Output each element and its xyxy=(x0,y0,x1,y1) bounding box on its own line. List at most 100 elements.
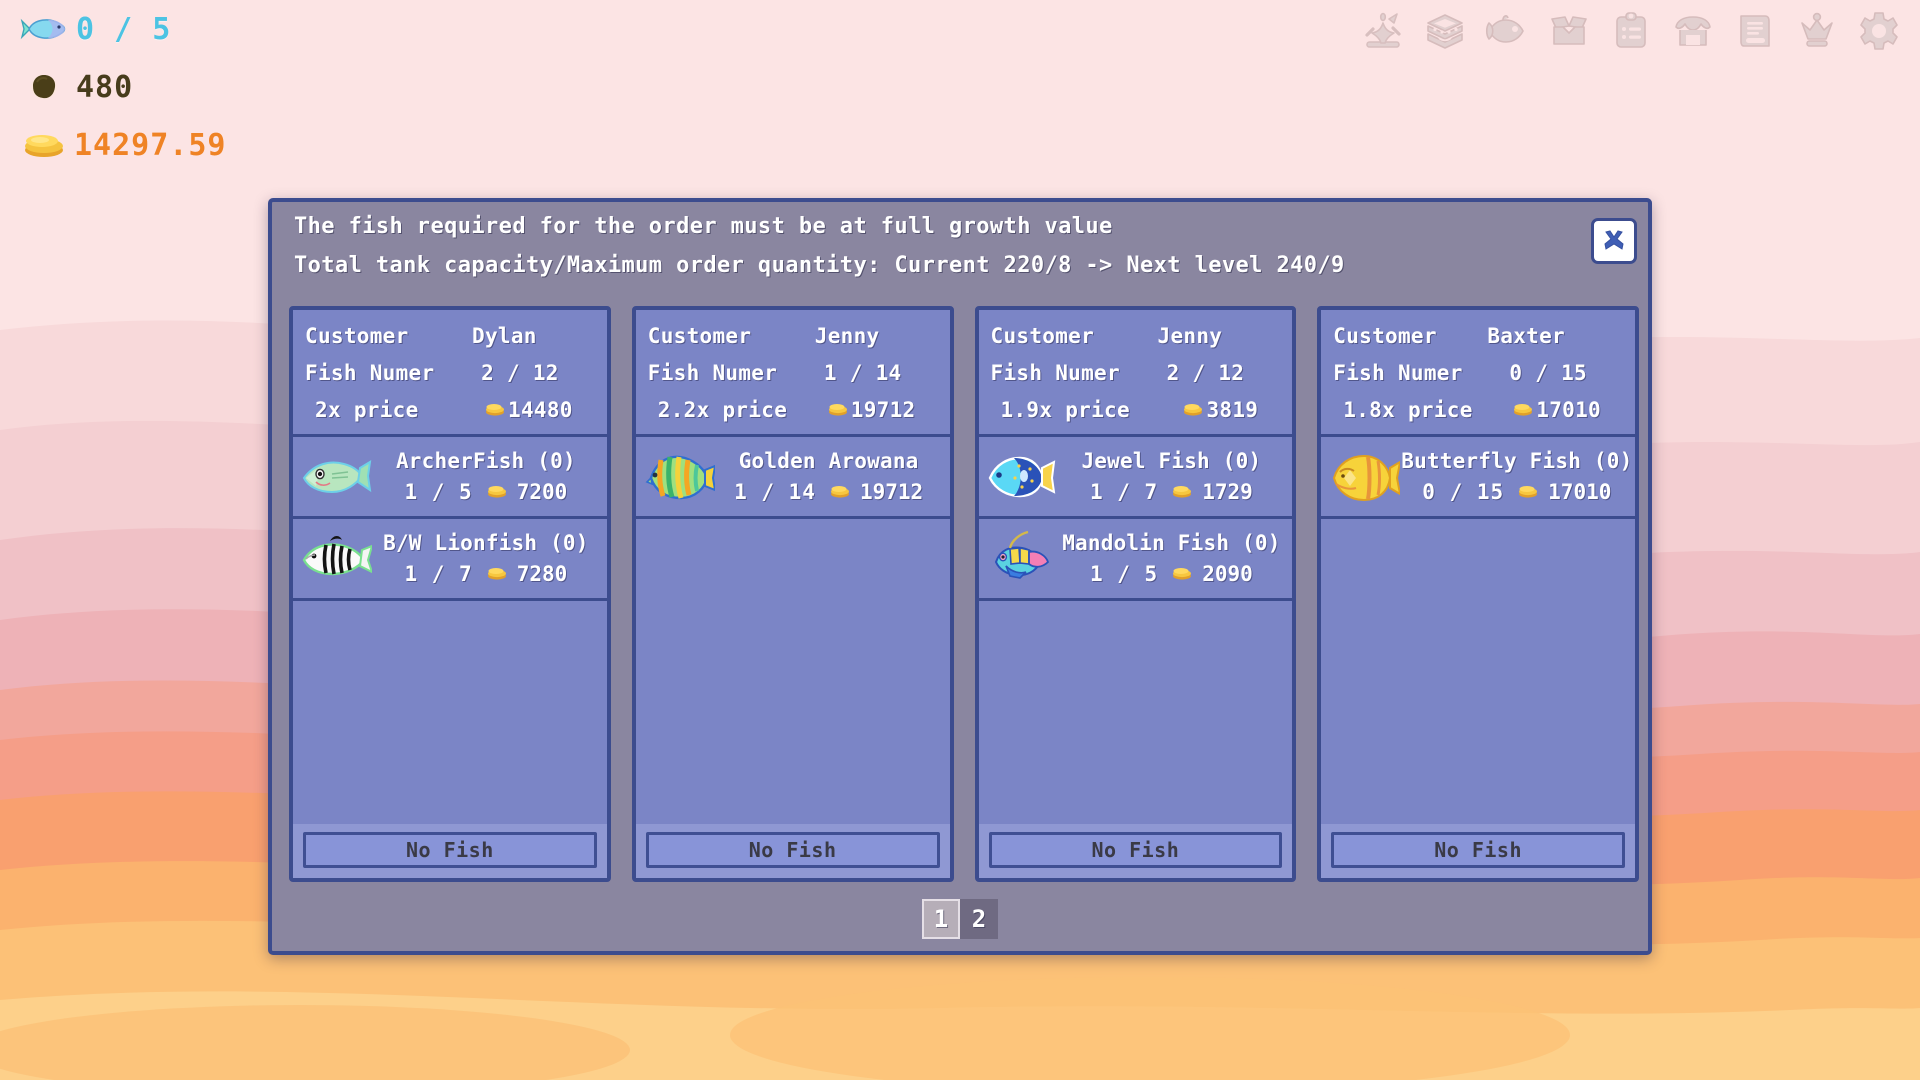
fish-list-spacer xyxy=(293,601,607,824)
order-fish-info: Jewel Fish (0) 1 / 7 1729 xyxy=(1059,449,1285,504)
fish-sub-row: 1 / 7 1729 xyxy=(1090,480,1253,504)
order-fish-info: Mandolin Fish (0) 1 / 5 2090 xyxy=(1059,531,1285,586)
order-price-row: 2x price 14480 xyxy=(305,398,595,422)
order-fish-list: Golden Arowana 1 / 14 19712 xyxy=(635,437,950,824)
mandolin-fish-icon xyxy=(985,528,1059,590)
fish-icon[interactable] xyxy=(1484,8,1530,54)
dialog-capacity-info: Total tank capacity/Maximum order quanti… xyxy=(294,253,1345,278)
order-total-price: 14480 xyxy=(484,398,595,422)
order-total-price-value: 17010 xyxy=(1536,398,1601,422)
order-customer-row: Customer Dylan xyxy=(305,324,595,348)
tank-stack-icon[interactable] xyxy=(1422,8,1468,54)
pellet-count-value: 480 xyxy=(76,69,134,105)
order-customer-row: Customer Jenny xyxy=(648,324,938,348)
order-fish-list: ArcherFish (0) 1 / 5 7200 B/W Lionfish (… xyxy=(293,437,607,824)
clipboard-icon[interactable] xyxy=(1608,8,1654,54)
order-fishnumber-row: Fish Numer 0 / 15 xyxy=(1333,361,1623,385)
fish-sub-row: 1 / 7 7280 xyxy=(404,562,567,586)
fish-name: Jewel Fish (0) xyxy=(1081,449,1262,473)
page-button-2[interactable]: 2 xyxy=(960,899,998,939)
order-fish-info: B/W Lionfish (0) 1 / 7 7280 xyxy=(373,531,599,586)
order-card-footer: No Fish xyxy=(978,824,1293,878)
no-fish-button[interactable]: No Fish xyxy=(303,832,597,868)
fish-count: 1 / 14 xyxy=(734,480,816,504)
fish-name: Golden Arowana xyxy=(738,449,919,473)
order-card-footer: No Fish xyxy=(635,824,950,878)
order-card[interactable]: Customer Baxter Fish Numer 0 / 15 1.8x p… xyxy=(1317,306,1639,882)
fish-price: 7280 xyxy=(516,562,568,586)
coin-icon xyxy=(829,480,851,504)
dialog-notice: The fish required for the order must be … xyxy=(294,214,1113,239)
hud-panel: 0 / 5 480 14297.59 xyxy=(0,0,227,174)
order-fish-item[interactable]: Mandolin Fish (0) 1 / 5 2090 xyxy=(978,519,1293,601)
fish-number-value: 2 / 12 xyxy=(481,361,559,385)
order-card-header: Customer Jenny Fish Numer 1 / 14 2.2x pr… xyxy=(635,310,950,437)
shop-icon[interactable] xyxy=(1670,8,1716,54)
close-icon xyxy=(1604,230,1624,250)
no-fish-button[interactable]: No Fish xyxy=(988,832,1283,868)
coin-icon xyxy=(827,398,849,422)
top-toolbar xyxy=(1360,8,1902,54)
open-box-icon[interactable] xyxy=(1546,8,1592,54)
dialog-header: The fish required for the order must be … xyxy=(272,202,1648,277)
order-card-list: Customer Dylan Fish Numer 2 / 12 2x pric… xyxy=(284,306,1644,882)
order-total-price: 19712 xyxy=(827,398,938,422)
page-button-1[interactable]: 1 xyxy=(922,899,960,939)
order-fishnumber-row: Fish Numer 2 / 12 xyxy=(305,361,595,385)
fish-list-spacer xyxy=(1321,519,1635,824)
customer-name: Jenny xyxy=(814,324,880,348)
fish-sub-row: 1 / 5 7200 xyxy=(404,480,567,504)
order-fish-item[interactable]: Golden Arowana 1 / 14 19712 xyxy=(635,437,950,519)
fish-name: B/W Lionfish (0) xyxy=(383,531,589,555)
fish-count: 1 / 7 xyxy=(1089,480,1159,504)
coin-icon xyxy=(1512,398,1534,422)
coin-icon xyxy=(1171,480,1193,504)
pagination: 1 2 xyxy=(272,899,1648,939)
jewel-fish-icon xyxy=(985,446,1059,508)
order-total-price-value: 19712 xyxy=(850,398,916,422)
crown-icon[interactable] xyxy=(1794,8,1840,54)
customer-label: Customer xyxy=(1333,324,1437,348)
close-button[interactable] xyxy=(1591,218,1637,264)
book-icon[interactable] xyxy=(1732,8,1778,54)
fish-sub-row: 0 / 15 17010 xyxy=(1422,480,1611,504)
coin-icon xyxy=(484,398,506,422)
order-fishnumber-row: Fish Numer 1 / 14 xyxy=(648,361,938,385)
order-fish-item[interactable]: Jewel Fish (0) 1 / 7 1729 xyxy=(978,437,1293,519)
order-card[interactable]: Customer Jenny Fish Numer 2 / 12 1.9x pr… xyxy=(974,306,1297,882)
fish-price: 7200 xyxy=(516,480,568,504)
fish-number-label: Fish Numer xyxy=(990,361,1120,385)
order-card[interactable]: Customer Dylan Fish Numer 2 / 12 2x pric… xyxy=(289,306,611,882)
price-multiplier: 2.2x price xyxy=(657,398,788,422)
customer-label: Customer xyxy=(990,324,1095,348)
fish-count: 1 / 7 xyxy=(404,562,473,586)
customer-label: Customer xyxy=(305,324,409,348)
no-fish-button[interactable]: No Fish xyxy=(1331,832,1625,868)
order-fishnumber-row: Fish Numer 2 / 12 xyxy=(991,361,1281,385)
customer-name: Jenny xyxy=(1157,324,1223,348)
fish-jump-icon[interactable] xyxy=(1360,8,1406,54)
order-fish-item[interactable]: Butterfly Fish (0) 0 / 15 17010 xyxy=(1321,437,1635,519)
order-card-header: Customer Jenny Fish Numer 2 / 12 1.9x pr… xyxy=(978,310,1293,437)
butterfly-fish-icon xyxy=(1327,446,1401,508)
order-customer-row: Customer Baxter xyxy=(1333,324,1623,348)
bw-lionfish-icon xyxy=(299,528,373,590)
order-card[interactable]: Customer Jenny Fish Numer 1 / 14 2.2x pr… xyxy=(631,306,954,882)
coin-icon xyxy=(1517,480,1539,504)
order-fish-item[interactable]: B/W Lionfish (0) 1 / 7 7280 xyxy=(293,519,607,601)
order-total-price-value: 3819 xyxy=(1206,398,1259,422)
order-price-row: 1.8x price 17010 xyxy=(1333,398,1623,422)
fish-number-label: Fish Numer xyxy=(305,361,435,385)
coin-icon xyxy=(486,480,508,504)
order-fish-item[interactable]: ArcherFish (0) 1 / 5 7200 xyxy=(293,437,607,519)
customer-label: Customer xyxy=(647,324,752,348)
customer-name: Baxter xyxy=(1487,324,1565,348)
order-card-footer: No Fish xyxy=(293,824,607,878)
fish-list-spacer xyxy=(978,601,1293,824)
fish-sub-row: 1 / 14 19712 xyxy=(734,480,923,504)
coin-amount-value: 14297.59 xyxy=(74,127,227,163)
gear-icon[interactable] xyxy=(1856,8,1902,54)
order-fish-info: Butterfly Fish (0) 0 / 15 17010 xyxy=(1401,449,1632,504)
no-fish-button[interactable]: No Fish xyxy=(645,832,940,868)
coin-icon xyxy=(1171,562,1193,586)
